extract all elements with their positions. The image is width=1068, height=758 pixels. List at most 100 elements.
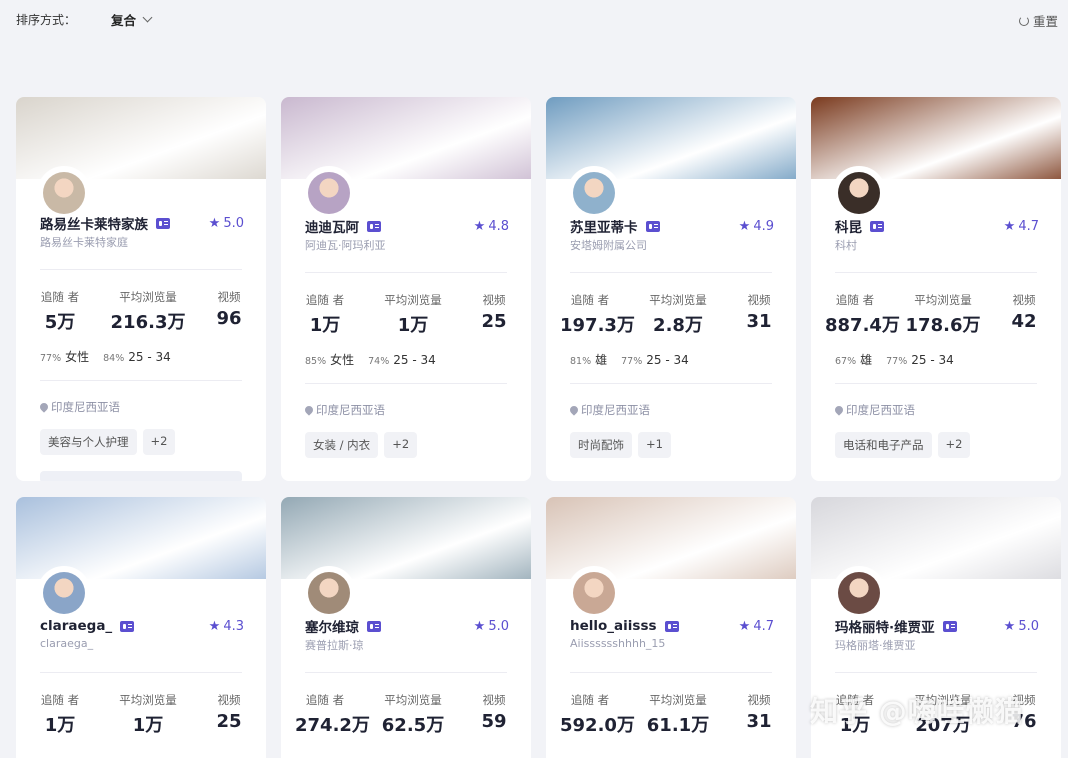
name-row: hello_aiisss ★ 4.7: [570, 617, 774, 635]
divider: [40, 269, 242, 270]
divider: [835, 383, 1037, 384]
creator-card[interactable]: claraega_ ★ 4.3 claraega_ 追随 者 平均浏览量 视频 1万 1万 25: [16, 497, 266, 758]
rating: ★ 4.7: [1004, 219, 1039, 234]
id-card-icon: [120, 620, 135, 632]
avatar-frame: [302, 566, 356, 620]
audience-demographics: 81% 雄 77% 25 - 34: [570, 351, 699, 368]
videos-value: 96: [216, 308, 242, 329]
id-card-icon: [367, 620, 381, 632]
star-icon: ★: [473, 218, 486, 234]
divider: [835, 672, 1037, 673]
location-pin-icon: [38, 401, 50, 413]
avatar[interactable]: [838, 172, 880, 214]
avatar[interactable]: [308, 572, 350, 614]
avg-views-label: 平均浏览量: [384, 693, 442, 707]
avg-views-label: 平均浏览量: [914, 693, 972, 707]
rating: ★ 4.3: [209, 619, 244, 634]
followers-value: 887.4万: [825, 315, 900, 336]
id-card-icon: [870, 220, 884, 232]
category-tag[interactable]: +2: [384, 432, 418, 458]
creator-card[interactable]: 科昆 ★ 4.7 科村 追随 者 平均浏览量 视频 887.4万 178.6万 42 67% 雄 77%…: [811, 97, 1061, 481]
gender-percent: 77%: [40, 353, 62, 364]
videos-value: 76: [1011, 711, 1037, 732]
creator-card[interactable]: 玛格丽特·维贾亚 ★ 5.0 玛格丽塔·维贾亚 追随 者 平均浏览量 视频 1万 207万 76: [811, 497, 1061, 758]
name-row: 塞尔维琼 ★ 5.0: [305, 616, 509, 637]
creator-handle: 安塔姆附属公司: [570, 239, 647, 252]
creator-handle: 路易丝卡莱特家庭: [40, 236, 128, 249]
creator-card[interactable]: 苏里亚蒂卡 ★ 4.9 安塔姆附属公司 追随 者 平均浏览量 视频 197.3万 2.8万 31 8…: [546, 97, 796, 481]
rating: ★ 5.0: [209, 216, 244, 231]
followers-value: 197.3万: [560, 315, 635, 336]
creator-card[interactable]: hello_aiisss ★ 4.7 Aiisssssshhhh_15 追随 者 平均浏览…: [546, 497, 796, 758]
category-tag[interactable]: 美容与个人护理: [40, 429, 137, 455]
videos-label: 视频: [1012, 693, 1036, 707]
star-icon: ★: [208, 215, 221, 231]
divider: [305, 672, 507, 673]
avatar-frame: [37, 166, 91, 220]
rating-value: 4.9: [753, 218, 774, 234]
rating-value: 5.0: [488, 618, 509, 634]
creator-name[interactable]: 科昆: [835, 216, 862, 236]
avatar[interactable]: [838, 572, 880, 614]
rating: ★ 4.8: [474, 219, 509, 234]
gender-percent: 67%: [835, 356, 857, 367]
location: 印度尼西亚语: [568, 402, 650, 418]
rating: ★ 5.0: [474, 619, 509, 634]
reset-button[interactable]: 重置: [1018, 11, 1058, 30]
avg-views-value: 178.6万: [905, 315, 981, 336]
creator-handle: 玛格丽塔·维贾亚: [835, 639, 916, 652]
refresh-icon: [1018, 15, 1029, 26]
creator-name[interactable]: 塞尔维琼: [305, 616, 359, 636]
videos-value: 25: [481, 311, 507, 332]
creator-name[interactable]: 迪迪瓦阿: [305, 216, 359, 236]
creator-card[interactable]: 塞尔维琼 ★ 5.0 赛普拉斯·琼 追随 者 平均浏览量 视频 274.2万 62.5万 59: [281, 497, 531, 758]
creator-handle: claraega_: [40, 637, 94, 650]
videos-label: 视频: [747, 293, 771, 307]
avg-views-label: 平均浏览量: [649, 693, 707, 707]
creator-card[interactable]: 路易丝卡莱特家族 ★ 5.0 路易丝卡莱特家庭 追随 者 平均浏览量 视频 5万 216.3万 9…: [16, 97, 266, 481]
more-placeholder: [40, 471, 242, 481]
name-row: claraega_ ★ 4.3: [40, 617, 244, 635]
avatar[interactable]: [43, 572, 85, 614]
category-tag[interactable]: +1: [638, 432, 671, 458]
followers-label: 追随 者: [570, 293, 610, 307]
age-percent: 74%: [368, 356, 390, 367]
followers-label: 追随 者: [305, 693, 345, 707]
divider: [305, 272, 507, 273]
creator-handle: 阿迪瓦·阿玛利亚: [305, 239, 386, 252]
creator-name[interactable]: 路易丝卡莱特家族: [40, 213, 148, 233]
avatar[interactable]: [573, 172, 615, 214]
creator-grid: 路易丝卡莱特家族 ★ 5.0 路易丝卡莱特家庭 追随 者平均浏览量 视频 5万 216.3万 9…: [16, 97, 1061, 758]
audience-demographics: 77% 女性 84% 25 - 34: [40, 348, 181, 365]
avatar[interactable]: [308, 172, 350, 214]
avatar[interactable]: [43, 172, 85, 214]
age-value: 25 - 34: [911, 353, 954, 367]
divider: [305, 383, 507, 384]
category-tag[interactable]: +2: [937, 432, 971, 458]
id-card-icon: [645, 220, 660, 232]
location-text: 印度尼西亚语: [51, 400, 120, 414]
location-text: 印度尼西亚语: [846, 403, 915, 417]
creator-name[interactable]: claraega_: [40, 618, 112, 634]
sort-value: 复合: [111, 13, 137, 28]
followers-label: 追随 者: [835, 293, 875, 307]
avg-views-value: 1万: [132, 715, 164, 736]
videos-value: 42: [1011, 311, 1037, 332]
avg-views-value: 61.1万: [646, 715, 710, 736]
avatar-frame: [832, 166, 886, 220]
category-tag[interactable]: 电话和电子产品: [835, 432, 932, 458]
divider: [40, 380, 242, 381]
avatar[interactable]: [573, 572, 615, 614]
name-row: 路易丝卡莱特家族 ★ 5.0: [40, 213, 244, 234]
category-tag[interactable]: 时尚配饰: [570, 432, 632, 458]
category-tag[interactable]: 女装 / 内衣: [305, 432, 379, 458]
location: 印度尼西亚语: [38, 399, 120, 415]
creator-card[interactable]: 迪迪瓦阿 ★ 4.8 阿迪瓦·阿玛利亚 追随 者 平均浏览量 视频 1万 1万 25 85% 女性 74…: [281, 97, 531, 481]
creator-name[interactable]: 玛格丽特·维贾亚: [835, 616, 935, 636]
creator-name[interactable]: 苏里亚蒂卡: [570, 216, 638, 236]
gender-value: 雄: [860, 353, 873, 367]
sort-dropdown[interactable]: 复合: [111, 10, 153, 29]
followers-value: 592.0万: [560, 715, 635, 736]
creator-name[interactable]: hello_aiisss: [570, 618, 657, 634]
category-tag[interactable]: +2: [142, 429, 176, 455]
